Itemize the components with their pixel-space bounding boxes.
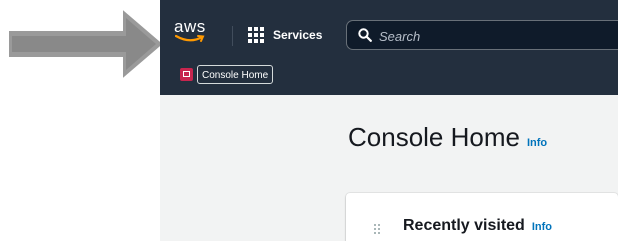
grid-icon [248,27,264,43]
search-input[interactable] [377,25,611,47]
search-icon [358,28,372,42]
annotation-arrow-icon [6,5,166,84]
favorite-console-home[interactable]: Console Home [197,65,274,84]
page-title: Console Home [348,122,520,152]
widget-title: Recently visited [403,217,525,234]
page-header: Console Home Info [348,122,547,153]
top-navigation: aws Services Console Home [160,0,618,95]
aws-logo-text: aws [174,17,206,36]
favorites-bar: Console Home [160,64,618,86]
aws-console: aws Services Console Home [160,0,618,241]
aws-logo[interactable]: aws [174,18,214,48]
aws-smile-icon [175,34,205,42]
widget-info-link[interactable]: Info [532,221,552,233]
search-box[interactable] [346,20,618,50]
services-label: Services [273,28,323,42]
page-info-link[interactable]: Info [527,137,547,149]
drag-handle-icon[interactable] [374,224,380,234]
services-button[interactable]: Services [248,24,322,46]
recently-visited-widget: Recently visited Info [346,193,618,241]
widget-header: Recently visited Info [403,217,552,235]
divider [232,26,233,46]
console-home-icon [180,68,193,81]
